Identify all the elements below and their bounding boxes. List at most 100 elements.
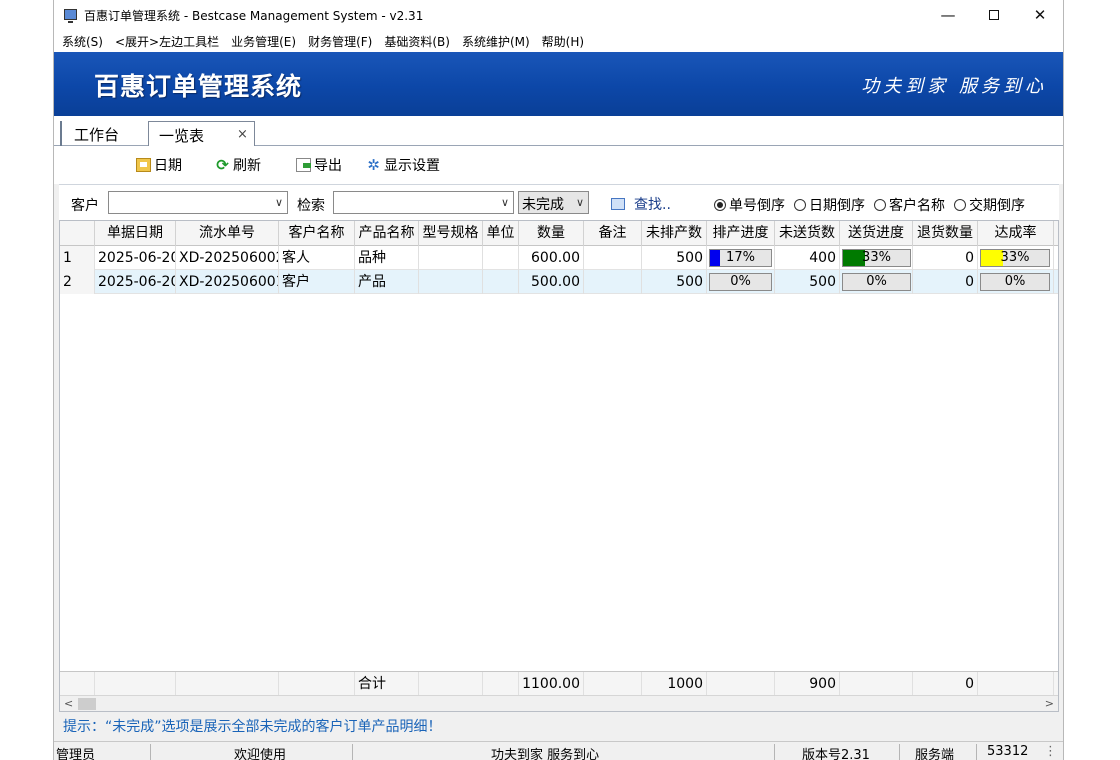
app-monitor-icon	[64, 9, 77, 23]
refresh-icon: ⟳	[216, 156, 229, 174]
header-col[interactable]: 单位	[483, 221, 519, 246]
menu-basic-data[interactable]: 基础资料(B)	[378, 30, 456, 52]
refresh-button[interactable]: ⟳ 刷新	[215, 155, 261, 175]
footer-cell	[483, 672, 519, 696]
footer-cell	[419, 672, 483, 696]
header-col[interactable]: 达成率	[978, 221, 1054, 246]
radio-icon	[954, 199, 966, 211]
table-row[interactable]: 1 2025-06-20 XD-202506002 客人 品种 600.00 5…	[60, 246, 1058, 270]
header-col[interactable]: 排产进度	[707, 221, 775, 246]
customer-combo[interactable]: ∨	[108, 191, 288, 214]
footer-qty: 1100.00	[519, 672, 584, 696]
header-col[interactable]: 型号规格	[419, 221, 483, 246]
radio-label: 单号倒序	[729, 198, 785, 214]
cell-date: 2025-06-20	[95, 270, 176, 294]
export-button-label: 导出	[314, 158, 342, 174]
grid-summary-row: 合计 1100.00 1000 900 0	[60, 671, 1058, 696]
row-number: 2	[60, 270, 95, 294]
search-combo[interactable]: ∨	[333, 191, 514, 214]
radio-icon	[714, 199, 726, 211]
status-divider	[352, 744, 353, 760]
tab-workbench[interactable]: 工作台	[60, 121, 131, 146]
cell-serial: XD-202506002	[176, 246, 279, 270]
app-window: 百惠订单管理系统 - Bestcase Management System - …	[53, 0, 1064, 760]
tab-close-icon[interactable]: ×	[237, 127, 248, 142]
cell-date: 2025-06-20	[95, 246, 176, 270]
cell-qty: 500.00	[519, 270, 584, 294]
header-col[interactable]: 未送货数	[775, 221, 840, 246]
orders-grid[interactable]: 单据日期 流水单号 客户名称 产品名称 型号规格 单位 数量 备注 未排产数 排…	[59, 220, 1059, 712]
footer-cell	[176, 672, 279, 696]
footer-cell	[978, 672, 1054, 696]
cell-spec	[419, 246, 483, 270]
maximize-button[interactable]	[971, 0, 1017, 30]
footer-unshipped: 900	[775, 672, 840, 696]
display-settings-button[interactable]: ✲ 显示设置	[366, 155, 440, 175]
date-button[interactable]: 日期	[136, 155, 182, 175]
menu-business[interactable]: 业务管理(E)	[225, 30, 302, 52]
sort-radio-customer[interactable]: 客户名称	[874, 195, 945, 215]
header-col[interactable]: 未排产数	[642, 221, 707, 246]
radio-label: 日期倒序	[809, 198, 865, 214]
scroll-left-icon[interactable]: <	[64, 697, 73, 710]
scroll-thumb[interactable]	[78, 698, 96, 710]
title-bar: 百惠订单管理系统 - Bestcase Management System - …	[54, 0, 1063, 30]
tab-list[interactable]: 一览表 ×	[148, 121, 255, 146]
export-button[interactable]: 导出	[296, 155, 342, 175]
scroll-right-icon[interactable]: >	[1045, 697, 1054, 710]
sort-radio-date-desc[interactable]: 日期倒序	[794, 195, 865, 215]
status-divider	[976, 744, 977, 760]
find-button[interactable]: 查找..	[611, 194, 671, 214]
progress-text: 17%	[726, 250, 755, 265]
header-banner: 百惠订单管理系统 功夫到家 服务到心	[54, 52, 1063, 116]
status-select[interactable]: 未完成 ∨	[518, 191, 589, 214]
cell-customer: 客户	[279, 270, 355, 294]
ship-progress-bar: 0%	[842, 273, 911, 291]
header-col[interactable]: 数量	[519, 221, 584, 246]
minimize-button[interactable]: —	[925, 0, 971, 30]
cell-unscheduled: 500	[642, 246, 707, 270]
cell-spec	[419, 270, 483, 294]
schedule-progress-bar: 17%	[709, 249, 772, 267]
menu-expand-left-toolbar[interactable]: <展开>左边工具栏	[109, 30, 225, 52]
cell-ship-progress: 0%	[840, 270, 913, 294]
footer-cell	[95, 672, 176, 696]
header-col[interactable]: 单据日期	[95, 221, 176, 246]
status-value: 未完成	[522, 197, 564, 213]
header-col[interactable]: 流水单号	[176, 221, 279, 246]
header-col[interactable]: 退货数量	[913, 221, 978, 246]
search-label: 检索	[297, 198, 325, 214]
header-col[interactable]: 产品名称	[355, 221, 419, 246]
filter-bar: 客户 ∨ 检索 ∨ 未完成 ∨ 查找.. 单号倒序 日期倒序 客户名称 交期倒序	[59, 184, 1059, 220]
cell-unshipped: 500	[775, 270, 840, 294]
footer-cell	[840, 672, 913, 696]
menu-help[interactable]: 帮助(H)	[536, 30, 590, 52]
find-button-label: 查找..	[634, 197, 671, 213]
horizontal-scrollbar[interactable]: < >	[60, 695, 1058, 711]
cell-returned: 0	[913, 270, 978, 294]
resize-grip-icon[interactable]: ⋮	[1044, 744, 1057, 759]
close-button[interactable]: ✕	[1017, 0, 1063, 30]
menu-system[interactable]: 系统(S)	[56, 30, 109, 52]
achieve-progress-bar: 33%	[980, 249, 1050, 267]
tab-list-label: 一览表	[159, 127, 205, 145]
sort-radio-order-desc[interactable]: 单号倒序	[714, 195, 785, 215]
find-icon	[611, 198, 625, 210]
header-col[interactable]: 送货进度	[840, 221, 913, 246]
ship-progress-bar: 33%	[842, 249, 911, 267]
sort-radio-delivery-desc[interactable]: 交期倒序	[954, 195, 1025, 215]
menu-finance[interactable]: 财务管理(F)	[302, 30, 378, 52]
header-col[interactable]: 客户名称	[279, 221, 355, 246]
customer-label: 客户	[71, 198, 99, 214]
grid-header: 单据日期 流水单号 客户名称 产品名称 型号规格 单位 数量 备注 未排产数 排…	[60, 221, 1058, 246]
status-divider	[899, 744, 900, 760]
status-port: 53312	[987, 744, 1029, 759]
gear-icon: ✲	[367, 156, 380, 174]
header-col[interactable]: 备注	[584, 221, 642, 246]
menu-maintenance[interactable]: 系统维护(M)	[456, 30, 536, 52]
status-divider	[774, 744, 775, 760]
table-row[interactable]: 2 2025-06-20 XD-202506001 客户 产品 500.00 5…	[60, 270, 1058, 294]
date-button-label: 日期	[154, 158, 182, 174]
status-user: 管理员	[56, 748, 96, 760]
schedule-progress-bar: 0%	[709, 273, 772, 291]
